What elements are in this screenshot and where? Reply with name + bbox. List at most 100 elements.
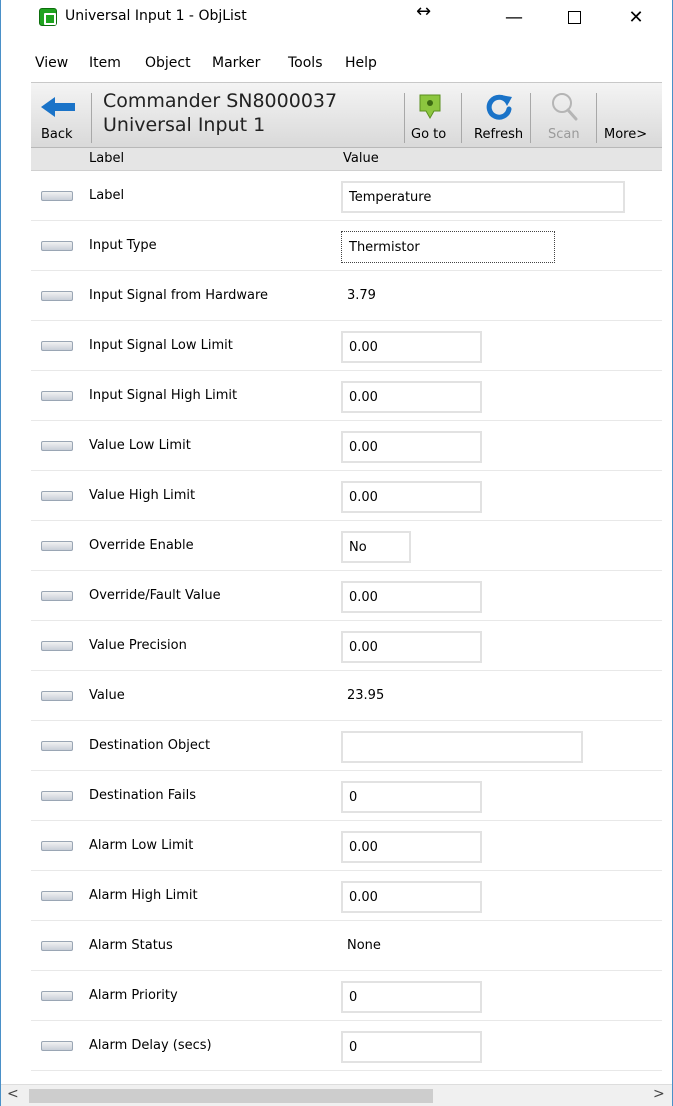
table-row[interactable]: Value 23.95	[31, 671, 662, 721]
property-icon	[41, 541, 73, 551]
back-arrow-icon	[41, 97, 75, 117]
resize-icon: ↔	[416, 1, 432, 22]
value-input[interactable]: 0.00	[341, 631, 482, 663]
scroll-right-icon[interactable]: >	[653, 1086, 665, 1102]
app-icon	[39, 8, 57, 26]
close-button[interactable]: ✕	[613, 0, 659, 34]
map-pin-icon	[419, 94, 441, 119]
property-icon	[41, 841, 73, 851]
row-label: Override Enable	[89, 538, 194, 553]
value-input[interactable]: 0	[341, 981, 482, 1013]
menu-view[interactable]: View	[35, 55, 68, 71]
table-row[interactable]: Alarm Low Limit 0.00	[31, 821, 662, 871]
table-row[interactable]: Value High Limit 0.00	[31, 471, 662, 521]
menu-item[interactable]: Item	[89, 55, 121, 71]
menu-tools[interactable]: Tools	[288, 55, 323, 71]
horizontal-scrollbar[interactable]: < >	[1, 1084, 672, 1106]
property-icon	[41, 591, 73, 601]
row-label: Alarm Status	[89, 938, 173, 953]
property-icon	[41, 241, 73, 251]
scan-label: Scan	[548, 127, 580, 142]
table-row[interactable]: Alarm Priority 0	[31, 971, 662, 1021]
value-input[interactable]: No	[341, 531, 411, 563]
row-label: Input Signal High Limit	[89, 388, 238, 403]
more-label: More>	[604, 127, 648, 142]
value-input[interactable]: 0.00	[341, 431, 482, 463]
table-header: Label Value	[31, 148, 662, 171]
table-row[interactable]: Destination Object	[31, 721, 662, 771]
menu-object[interactable]: Object	[145, 55, 191, 71]
property-icon	[41, 941, 73, 951]
row-label: Override/Fault Value	[89, 588, 221, 603]
value-input[interactable]: 0.00	[341, 331, 482, 363]
value-input[interactable]: 0.00	[341, 381, 482, 413]
row-label: Input Signal from Hardware	[89, 288, 269, 303]
window-title: Universal Input 1 - ObjList	[65, 8, 247, 24]
app-window: Universal Input 1 - ObjList ↔ — ✕ View I…	[0, 0, 673, 1106]
scroll-left-icon[interactable]: <	[7, 1086, 19, 1102]
back-button[interactable]: Back	[33, 87, 87, 147]
property-icon	[41, 641, 73, 651]
property-icon	[41, 191, 73, 201]
row-value: 3.79	[347, 288, 376, 303]
table-row[interactable]: Alarm Delay (secs) 0	[31, 1021, 662, 1071]
object-title: Commander SN8000037 Universal Input 1	[103, 89, 337, 137]
toolbar-divider	[404, 93, 405, 143]
table-row[interactable]: Destination Fails 0	[31, 771, 662, 821]
value-input[interactable]: 0	[341, 781, 482, 813]
more-button[interactable]: More>	[598, 87, 662, 147]
table-row[interactable]: Override Enable No	[31, 521, 662, 571]
property-icon	[41, 341, 73, 351]
toolbar-divider	[461, 93, 462, 143]
minimize-icon: —	[505, 6, 523, 28]
table-row[interactable]: Label Temperature	[31, 171, 662, 221]
device-name: Commander SN8000037	[103, 90, 338, 112]
value-input[interactable]: 0.00	[341, 581, 482, 613]
refresh-label: Refresh	[474, 127, 524, 142]
row-label: Value High Limit	[89, 488, 196, 503]
table-row[interactable]: Alarm High Limit 0.00	[31, 871, 662, 921]
table-row[interactable]: Value Precision 0.00	[31, 621, 662, 671]
table-row[interactable]: Input Signal Low Limit 0.00	[31, 321, 662, 371]
table-row[interactable]: Value Low Limit 0.00	[31, 421, 662, 471]
goto-label: Go to	[411, 127, 447, 142]
row-label: Alarm Delay (secs)	[89, 1038, 212, 1053]
scan-button[interactable]: Scan	[536, 87, 594, 147]
value-input[interactable]: Temperature	[341, 181, 625, 213]
row-label: Input Signal Low Limit	[89, 338, 233, 353]
value-input[interactable]: 0.00	[341, 881, 482, 913]
table-row[interactable]: Input Signal from Hardware 3.79	[31, 271, 662, 321]
value-input[interactable]	[341, 731, 583, 763]
toolbar-divider	[91, 93, 92, 143]
row-label: Value	[89, 688, 125, 703]
minimize-button[interactable]: —	[491, 0, 537, 34]
object-name: Universal Input 1	[103, 114, 266, 136]
row-label: Label	[89, 188, 125, 203]
property-icon	[41, 741, 73, 751]
goto-button[interactable]: Go to	[407, 87, 455, 147]
menu-help[interactable]: Help	[345, 55, 377, 71]
back-label: Back	[41, 127, 73, 142]
refresh-button[interactable]: Refresh	[471, 87, 529, 147]
toolbar: Back Commander SN8000037 Universal Input…	[31, 82, 662, 148]
value-input[interactable]: 0	[341, 1031, 482, 1063]
table-row[interactable]: Input Type Thermistor	[31, 221, 662, 271]
row-label: Destination Object	[89, 738, 211, 753]
row-label: Destination Fails	[89, 788, 196, 803]
value-input[interactable]: 0.00	[341, 481, 482, 513]
menu-marker[interactable]: Marker	[212, 55, 260, 71]
header-value[interactable]: Value	[343, 151, 379, 166]
scroll-thumb[interactable]	[29, 1089, 433, 1103]
table-row[interactable]: Alarm Status None	[31, 921, 662, 971]
property-icon	[41, 791, 73, 801]
table-row[interactable]: Override/Fault Value 0.00	[31, 571, 662, 621]
maximize-icon	[567, 10, 581, 24]
header-label[interactable]: Label	[89, 151, 124, 166]
maximize-button[interactable]	[551, 0, 597, 34]
table-row[interactable]: Input Signal High Limit 0.00	[31, 371, 662, 421]
value-input[interactable]: 0.00	[341, 831, 482, 863]
value-select[interactable]: Thermistor	[341, 231, 555, 263]
property-icon	[41, 891, 73, 901]
refresh-icon	[486, 94, 512, 120]
title-bar[interactable]: Universal Input 1 - ObjList ↔ — ✕	[1, 0, 672, 36]
